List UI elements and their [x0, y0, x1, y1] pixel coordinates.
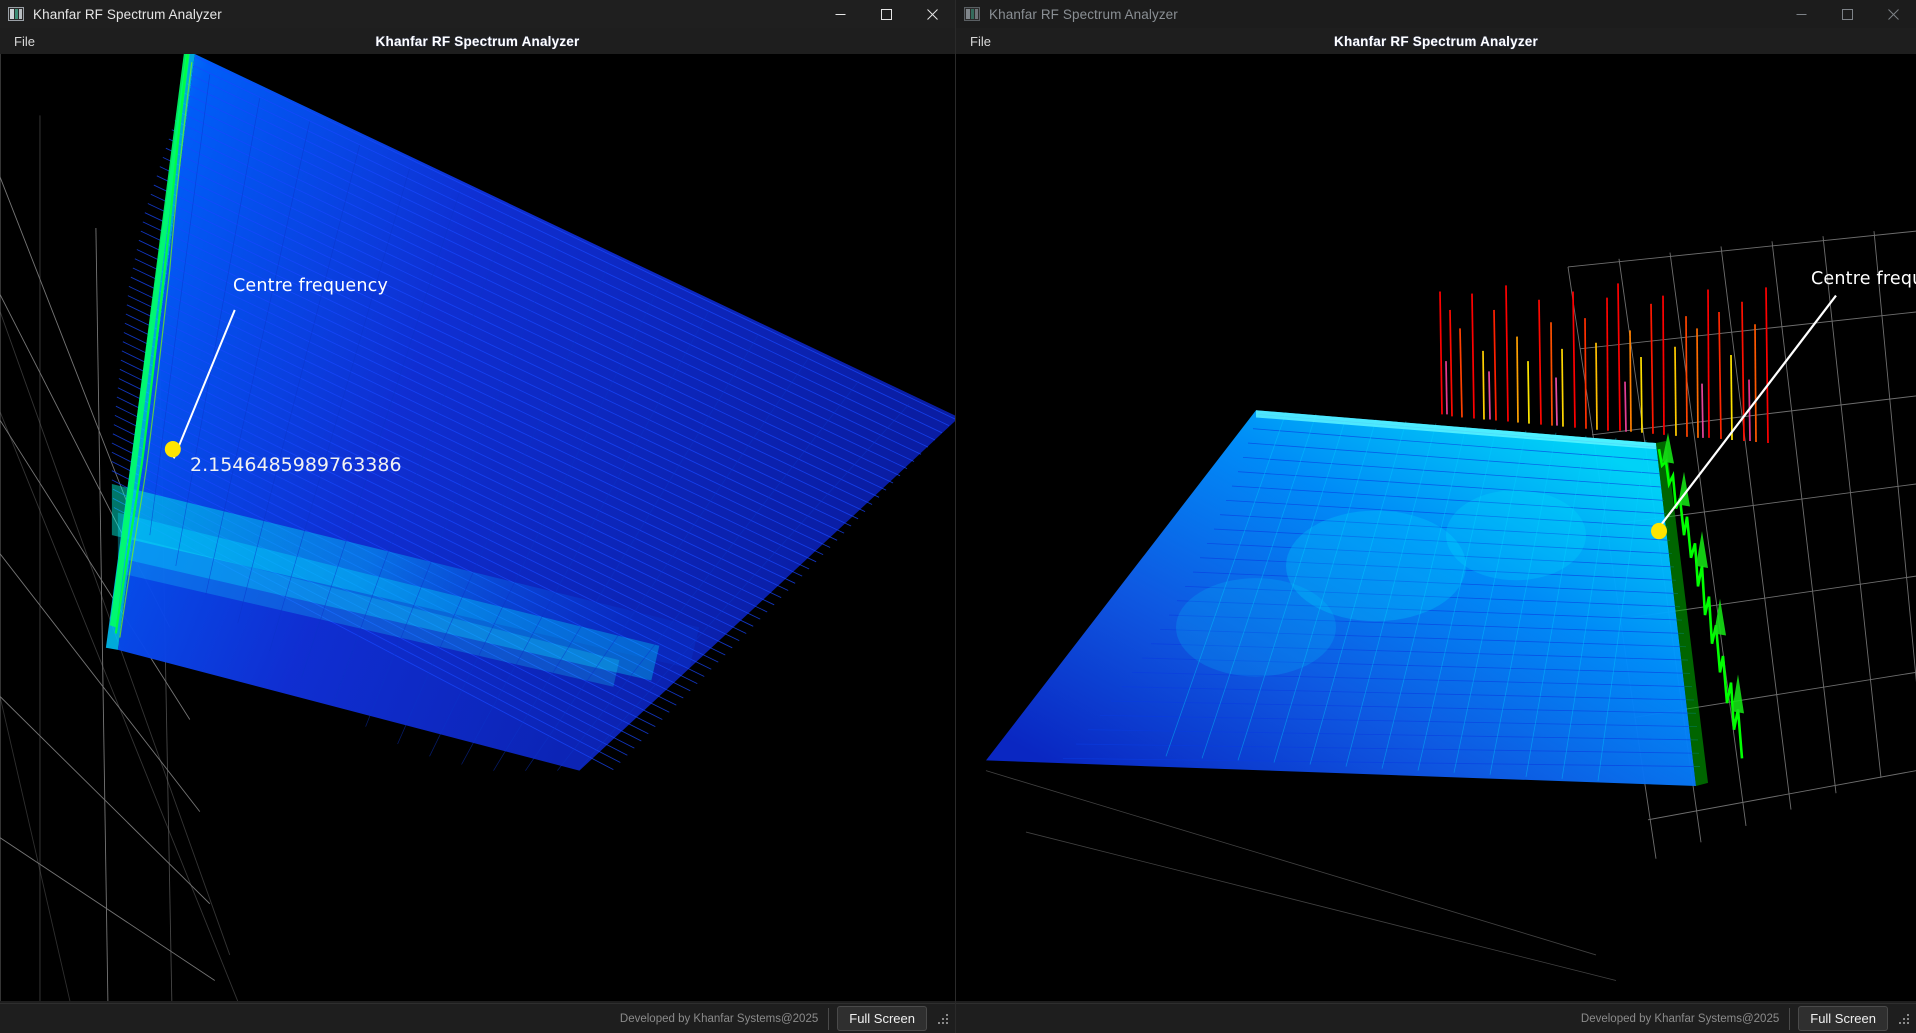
statusbar-left: Developed by Khanfar Systems@2025 Full S… [0, 1003, 955, 1033]
credit-text-left: Developed by Khanfar Systems@2025 [610, 1007, 830, 1030]
menu-file-left[interactable]: File [4, 34, 45, 49]
resize-grip-left[interactable] [935, 1011, 951, 1027]
centre-frequency-value-left: 2.1546485989763386 [190, 454, 402, 476]
centre-frequency-marker-left [164, 440, 181, 458]
plot-left[interactable]: Centre frequency 2.1546485989763386 [0, 54, 955, 1001]
window-right: Khanfar RF Spectrum Analyzer File Khanfa… [956, 0, 1916, 1033]
credit-text-right: Developed by Khanfar Systems@2025 [1571, 1007, 1791, 1030]
window-title-right: Khanfar RF Spectrum Analyzer [989, 6, 1178, 22]
maximize-button-right[interactable] [1824, 0, 1870, 28]
fullscreen-button-left[interactable]: Full Screen [837, 1006, 927, 1031]
centre-frequency-label-left: Centre frequency [233, 276, 389, 296]
bottom-area-right: Developed by Khanfar Systems@2025 Full S… [956, 1001, 1916, 1033]
close-button-left[interactable] [909, 0, 955, 28]
window-controls-left [817, 0, 955, 28]
maximize-button-left[interactable] [863, 0, 909, 28]
close-button-right[interactable] [1870, 0, 1916, 28]
app-spectrum-icon [964, 7, 980, 21]
plot-right[interactable]: Centre frequ [956, 54, 1916, 1001]
centre-frequency-label-right: Centre frequ [1811, 269, 1916, 289]
app-spectrum-icon [8, 7, 24, 21]
app-header-left: Khanfar RF Spectrum Analyzer [375, 33, 580, 49]
plot-canvas-right[interactable] [956, 54, 1916, 1001]
titlebar-right[interactable]: Khanfar RF Spectrum Analyzer [956, 0, 1916, 28]
bottom-area-left: Controls Developed by Khanfar Systems@20… [0, 1001, 955, 1033]
statusbar-right: Developed by Khanfar Systems@2025 Full S… [956, 1003, 1916, 1033]
fullscreen-button-right[interactable]: Full Screen [1798, 1006, 1888, 1031]
menubar-left: File Khanfar RF Spectrum Analyzer [0, 28, 955, 54]
resize-grip-right[interactable] [1896, 1011, 1912, 1027]
minimize-button-left[interactable] [817, 0, 863, 28]
app-header-right: Khanfar RF Spectrum Analyzer [1334, 33, 1538, 49]
menu-file-right[interactable]: File [960, 34, 1001, 49]
menubar-right: File Khanfar RF Spectrum Analyzer [956, 28, 1916, 54]
centre-frequency-marker-right [1651, 522, 1667, 540]
minimize-button-right[interactable] [1778, 0, 1824, 28]
window-controls-right [1778, 0, 1916, 28]
titlebar-left[interactable]: Khanfar RF Spectrum Analyzer [0, 0, 955, 28]
plot-canvas-left[interactable] [0, 54, 955, 1001]
window-left: Khanfar RF Spectrum Analyzer File Khanfa… [0, 0, 956, 1033]
window-title-left: Khanfar RF Spectrum Analyzer [33, 6, 222, 22]
desktop: Khanfar RF Spectrum Analyzer File Khanfa… [0, 0, 1916, 1033]
